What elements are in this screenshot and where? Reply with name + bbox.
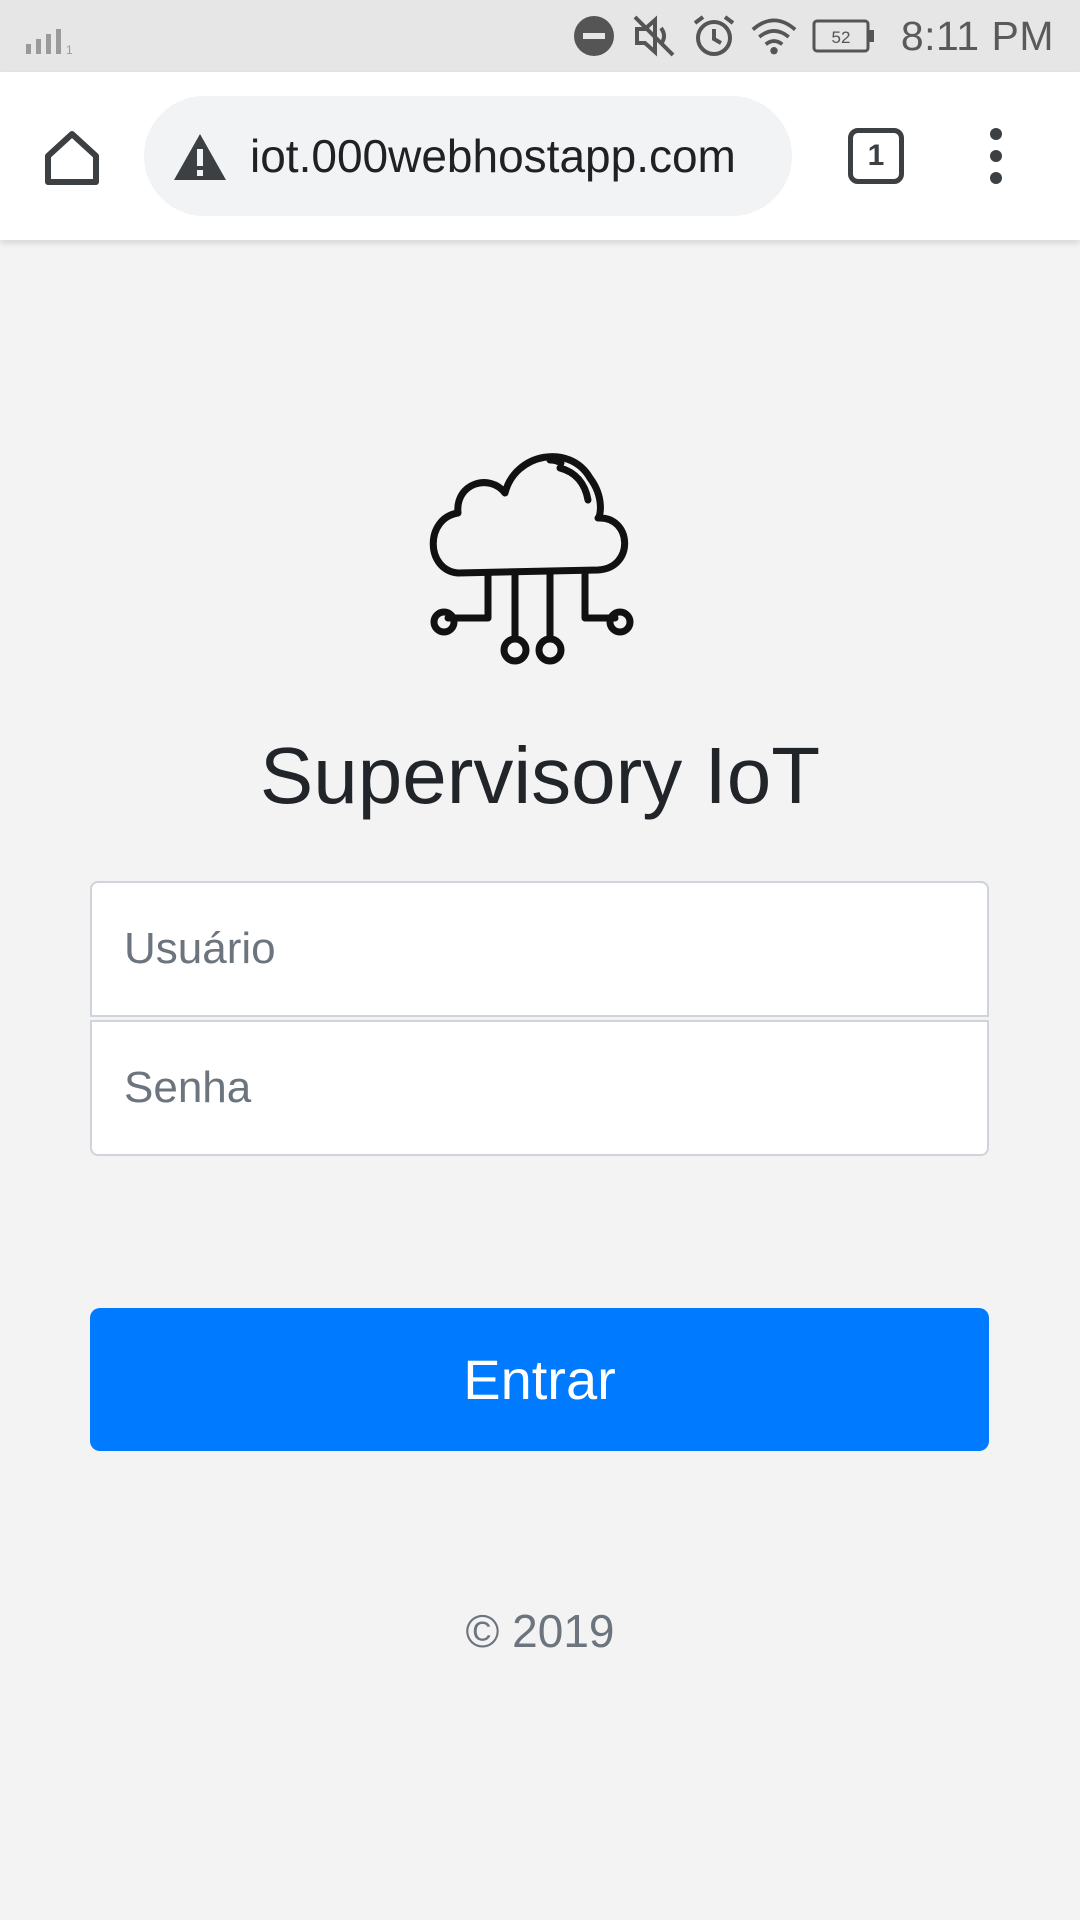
- wifi-icon: [751, 13, 797, 59]
- mute-icon: [631, 13, 677, 59]
- login-button[interactable]: Entrar: [90, 1308, 989, 1451]
- more-menu-icon[interactable]: [980, 124, 1012, 188]
- browser-toolbar: iot.000webhostapp.com 1: [0, 72, 1080, 240]
- url-text[interactable]: iot.000webhostapp.com: [250, 96, 736, 216]
- copyright-footer: © 2019: [465, 1605, 615, 1657]
- status-time: 8:11 PM: [900, 12, 1054, 59]
- home-icon[interactable]: [40, 126, 104, 190]
- warning-icon[interactable]: [172, 132, 228, 182]
- battery-icon: 52: [811, 13, 877, 59]
- do-not-disturb-icon: [571, 13, 617, 59]
- svg-text:1: 1: [66, 43, 73, 54]
- signal-icon: 1: [26, 29, 73, 54]
- password-input[interactable]: [90, 1020, 989, 1156]
- address-bar[interactable]: iot.000webhostapp.com: [144, 96, 792, 216]
- alarm-icon: [691, 13, 737, 59]
- tabs-button[interactable]: 1: [848, 128, 904, 184]
- tab-count: 1: [867, 139, 885, 172]
- page-title: Supervisory IoT: [259, 731, 821, 820]
- battery-level: 52: [831, 28, 850, 47]
- username-input[interactable]: [90, 881, 989, 1017]
- status-bar: 1 52 8:11 PM: [0, 0, 1080, 72]
- cloud-iot-icon: [429, 453, 634, 665]
